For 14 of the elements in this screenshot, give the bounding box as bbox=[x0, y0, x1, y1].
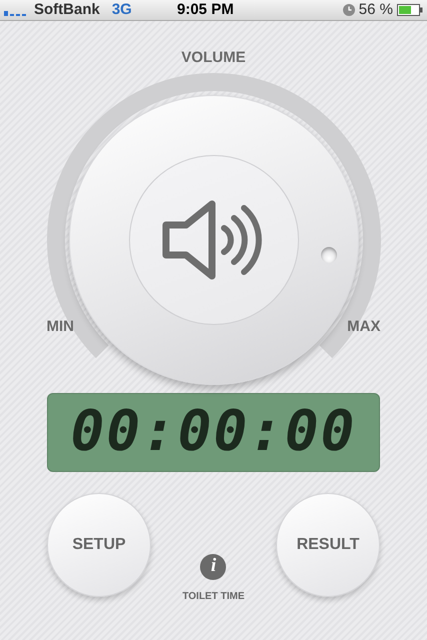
setup-button[interactable]: SETUP bbox=[47, 492, 151, 596]
battery-icon bbox=[397, 4, 423, 16]
max-label: MAX bbox=[347, 316, 380, 336]
network-type: 3G bbox=[112, 0, 132, 20]
clock-time: 9:05 PM bbox=[177, 0, 234, 20]
result-button[interactable]: RESULT bbox=[276, 492, 380, 596]
min-label: MIN bbox=[46, 316, 74, 336]
volume-label: VOLUME bbox=[181, 48, 246, 68]
alarm-clock-icon bbox=[342, 4, 355, 16]
timer-display: 00:00:00 bbox=[47, 392, 380, 472]
battery-percent: 56 % bbox=[358, 0, 393, 20]
carrier-name: SoftBank bbox=[34, 0, 100, 20]
info-icon[interactable]: i bbox=[200, 554, 226, 580]
app-caption: TOILET TIME bbox=[182, 590, 245, 604]
